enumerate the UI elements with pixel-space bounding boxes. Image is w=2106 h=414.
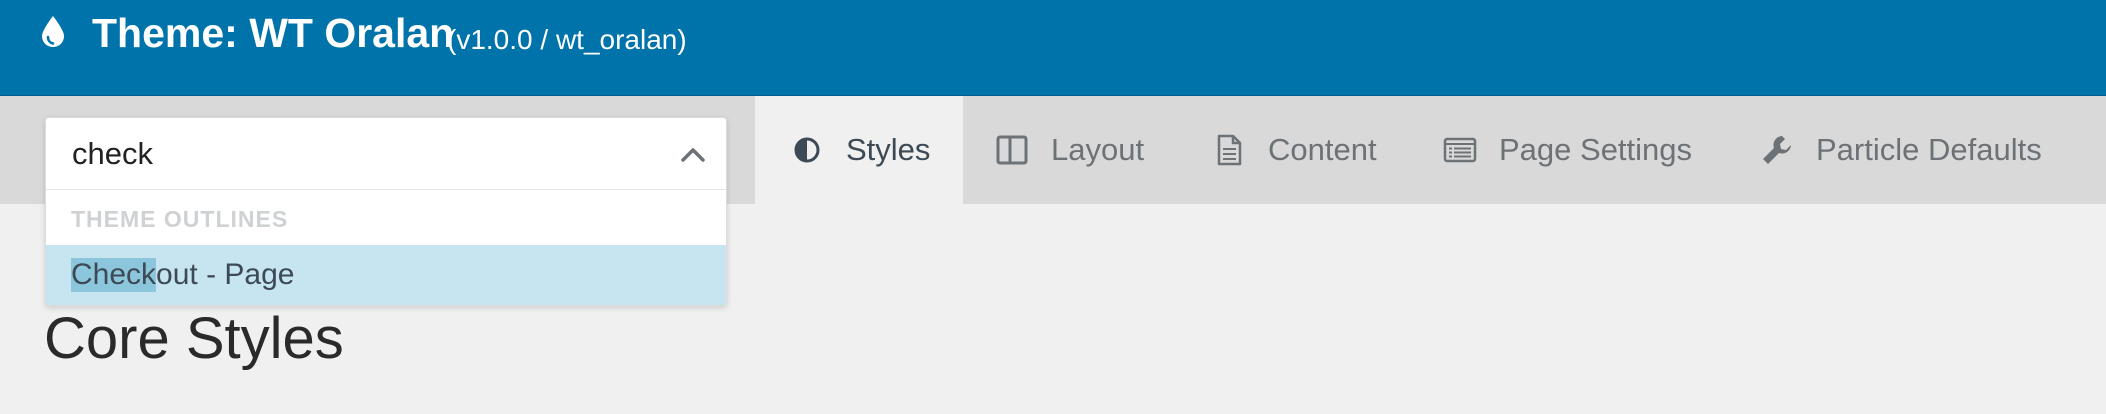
tab-particle-defaults[interactable]: Particle Defaults — [1760, 96, 2090, 204]
app-header: Theme: WT Oralan (v1.0.0 / wt_oralan) — [0, 0, 2106, 96]
tab-label: Particle Defaults — [1816, 132, 2042, 167]
half-circle-icon — [790, 133, 824, 167]
option-label-rest: out - Page — [156, 258, 295, 291]
columns-icon — [995, 133, 1029, 167]
outline-selector[interactable]: THEME OUTLINES Checkout - Page — [45, 117, 727, 306]
theme-version: (v1.0.0 / wt_oralan) — [447, 24, 687, 55]
theme-title: Theme: WT Oralan — [92, 10, 455, 56]
list-panel-icon — [1443, 133, 1477, 167]
outline-option[interactable]: Check out - Page — [46, 245, 726, 305]
tab-label: Styles — [846, 132, 931, 167]
tab-styles[interactable]: Styles — [755, 96, 963, 204]
tab-label: Content — [1268, 132, 1377, 167]
tab-content[interactable]: Content — [1212, 96, 1392, 204]
drop-icon — [40, 14, 66, 48]
tab-page-settings[interactable]: Page Settings — [1443, 96, 1703, 204]
tab-label: Page Settings — [1499, 132, 1693, 167]
search-match-highlight: Check — [71, 258, 157, 292]
file-text-icon — [1212, 133, 1246, 167]
tab-layout[interactable]: Layout — [995, 96, 1175, 204]
tab-label: Layout — [1051, 132, 1145, 167]
outline-search-input[interactable] — [46, 118, 726, 190]
page-title: Core Styles — [44, 306, 344, 371]
wrench-icon — [1760, 133, 1794, 167]
chevron-up-icon[interactable] — [680, 143, 706, 165]
option-group-label: THEME OUTLINES — [71, 206, 289, 232]
